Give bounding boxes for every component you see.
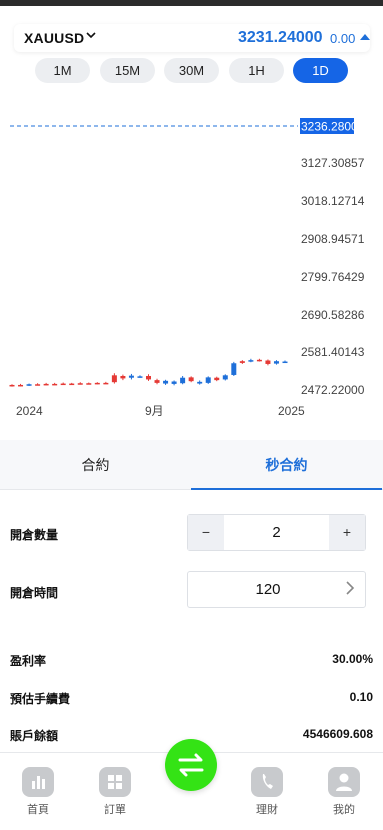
candle-body	[35, 384, 41, 386]
candle-body	[128, 375, 134, 378]
nav-home[interactable]: 首頁	[8, 767, 68, 817]
x-tick-label: 2024	[16, 404, 43, 418]
nav-finance[interactable]: 理財	[237, 767, 297, 817]
candle-body	[180, 377, 186, 384]
decrement-button[interactable]: −	[188, 515, 224, 550]
fee-label: 預估手續費	[10, 692, 71, 706]
timeframe-1h[interactable]: 1H	[229, 58, 284, 83]
quantity-label: 開倉數量	[10, 528, 59, 542]
tab-second-contract[interactable]: 秒合約	[191, 440, 382, 490]
bar-chart-icon	[22, 767, 54, 797]
contract-tabs: 合約 秒合約	[0, 440, 383, 490]
candle-body	[256, 359, 262, 362]
user-icon	[328, 767, 360, 797]
candle-body	[26, 384, 32, 386]
candle-body	[18, 384, 24, 387]
candle-body	[188, 377, 194, 382]
open-time-select[interactable]: 120	[187, 571, 366, 608]
candle-body	[231, 363, 237, 375]
grid-icon	[99, 767, 131, 797]
candle-body	[214, 377, 220, 381]
y-tick-label: 2908.94571	[301, 232, 365, 246]
increment-button[interactable]: +	[329, 515, 365, 550]
trade-fab-button[interactable]	[165, 739, 217, 791]
candles-group	[9, 358, 288, 387]
x-tick-label: 9月	[145, 404, 164, 418]
candle-body	[197, 381, 203, 384]
status-bar	[0, 0, 383, 6]
price-chart[interactable]: 3236.28000 3127.30857 3018.12714 2908.94…	[0, 92, 383, 424]
candle-body	[9, 384, 15, 387]
chevron-down-icon[interactable]	[86, 30, 96, 43]
y-tick-label: 3018.12714	[301, 194, 365, 208]
x-tick-label: 2025	[278, 404, 305, 418]
timeframe-1m[interactable]: 1M	[35, 58, 90, 83]
quantity-stepper: − 2 +	[187, 514, 366, 551]
y-tick-label: 2581.40143	[301, 345, 365, 359]
tab-contract[interactable]: 合約	[0, 440, 191, 490]
candlestick-chart: 3236.28000 3127.30857 3018.12714 2908.94…	[9, 118, 365, 418]
open-time-value: 120	[255, 581, 281, 598]
timeframe-bar: 1M 15M 30M 1H 1D	[0, 58, 383, 84]
candle-body	[120, 375, 126, 379]
phone-icon	[251, 767, 283, 797]
swap-arrows-icon	[178, 753, 204, 777]
candle-body	[248, 360, 254, 362]
y-tick-label: 2472.22000	[301, 383, 365, 397]
quantity-input[interactable]: 2	[224, 515, 329, 550]
timeframe-1d[interactable]: 1D	[293, 58, 348, 83]
nav-profile[interactable]: 我的	[314, 767, 374, 817]
y-tick-label: 3127.30857	[301, 156, 365, 170]
candle-body	[43, 383, 49, 386]
candle-body	[103, 382, 109, 385]
timeframe-30m[interactable]: 30M	[164, 58, 219, 83]
fee-value: 0.10	[349, 690, 373, 704]
y-tick-label: 2690.58286	[301, 308, 365, 322]
candle-body	[77, 383, 83, 385]
price-change: 0.00	[330, 31, 356, 46]
nav-label: 首頁	[27, 804, 49, 816]
candle-body	[171, 381, 177, 384]
nav-orders[interactable]: 訂單	[85, 767, 145, 817]
candle-body	[163, 380, 169, 384]
balance-label: 賬戶餘額	[10, 729, 59, 743]
y-tick-label: 2799.76429	[301, 270, 365, 284]
candle-body	[69, 383, 75, 386]
chevron-right-icon	[345, 572, 355, 607]
candle-body	[146, 375, 151, 380]
profit-rate-label: 盈利率	[10, 654, 47, 668]
candle-body	[111, 375, 117, 383]
candle-body	[222, 375, 228, 380]
symbol-header: XAUUSD 3231.24000 0.00	[14, 24, 370, 52]
candle-body	[137, 376, 143, 378]
candle-body	[94, 382, 100, 385]
candle-body	[265, 360, 271, 364]
profit-rate-value: 30.00%	[332, 652, 373, 666]
nav-label: 理財	[256, 804, 278, 816]
nav-label: 我的	[333, 804, 355, 816]
candle-body	[86, 383, 92, 385]
candle-body	[239, 361, 245, 363]
balance-value: 4546609.608	[302, 727, 373, 741]
candle-body	[282, 361, 288, 364]
candle-body	[60, 383, 66, 386]
current-price-label: 3236.28000	[301, 120, 365, 134]
candle-body	[205, 377, 211, 383]
open-time-label: 開倉時間	[10, 586, 59, 600]
candle-body	[52, 383, 58, 386]
timeframe-15m[interactable]: 15M	[100, 58, 155, 83]
up-arrow-icon	[360, 34, 370, 40]
nav-label: 訂單	[104, 804, 126, 816]
symbol-selector[interactable]: XAUUSD	[24, 30, 84, 46]
current-price: 3231.24000	[238, 29, 323, 46]
candle-body	[273, 361, 279, 364]
candle-body	[154, 380, 160, 383]
